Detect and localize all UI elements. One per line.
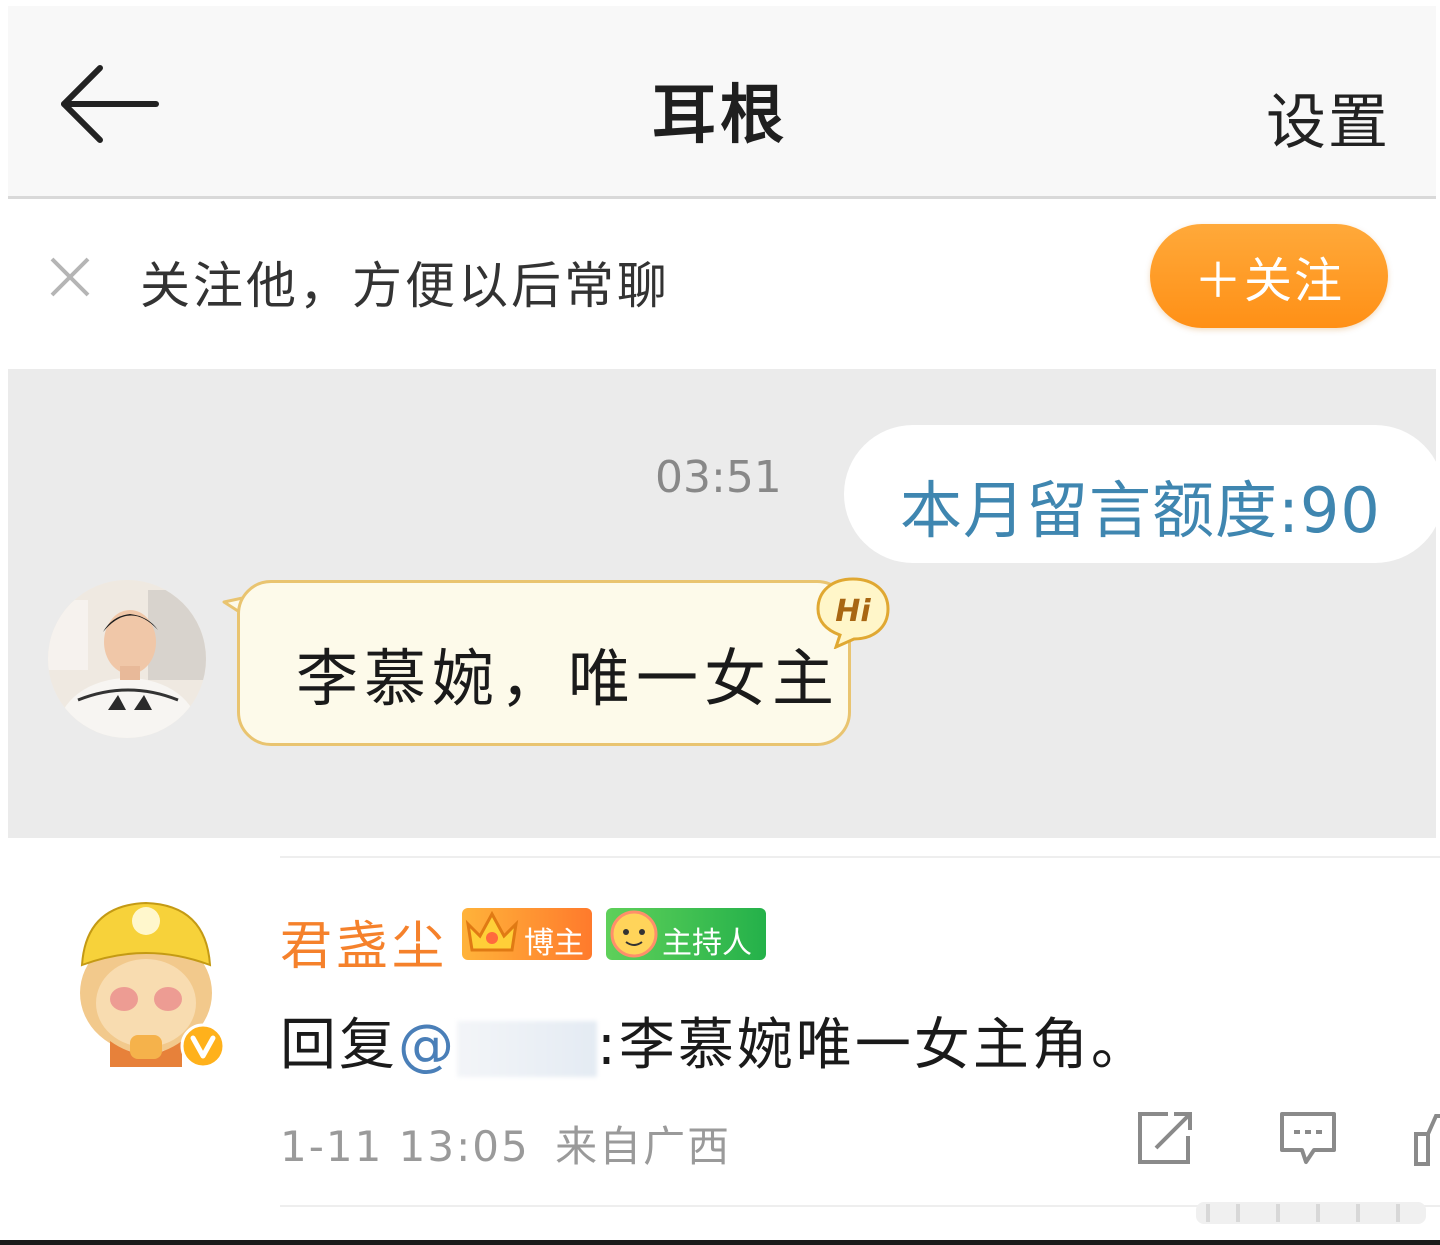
comment-icon[interactable] — [1278, 1110, 1338, 1166]
follow-tip-text: 关注他，方便以后常聊 — [140, 257, 670, 315]
like-icon[interactable] — [1412, 1110, 1440, 1166]
blogger-badge-label: 博主 — [524, 926, 584, 961]
commenter-avatar[interactable] — [66, 895, 230, 1069]
divider — [280, 856, 1440, 858]
blogger-badge: 博主 — [462, 908, 592, 961]
page-title: 耳根 — [652, 79, 788, 153]
host-badge: 主持人 — [606, 908, 766, 961]
comment-meta: 1-11 13:05 来自广西 — [280, 1113, 731, 1174]
system-message-text: 本月留言额度:90 — [900, 474, 1381, 547]
comment-time: 1-11 13:05 — [280, 1122, 530, 1171]
reply-prefix: 回复 — [280, 1013, 398, 1078]
share-icon[interactable] — [1136, 1110, 1196, 1166]
mention-link[interactable]: @ — [398, 1013, 457, 1078]
bottom-border — [0, 1240, 1440, 1245]
blurred-username — [457, 1020, 597, 1077]
follow-button[interactable]: ＋关注 — [1150, 224, 1388, 328]
avatar-photo-icon — [48, 580, 206, 738]
sender-avatar[interactable] — [48, 580, 206, 738]
settings-button[interactable]: 设置 — [1266, 74, 1390, 161]
hi-badge-label: Hi — [835, 594, 871, 629]
message-timestamp: 03:51 — [655, 452, 782, 503]
comment-text: :李慕婉唯一女主角。 — [597, 1013, 1150, 1078]
blurred-strip — [1196, 1202, 1426, 1224]
close-icon[interactable] — [48, 255, 92, 299]
comment-location: 来自广西 — [555, 1122, 732, 1171]
host-badge-label: 主持人 — [662, 926, 752, 961]
verified-icon — [180, 1023, 226, 1069]
hi-badge-icon: Hi — [814, 575, 892, 650]
commenter-name[interactable]: 君盏尘 — [280, 904, 448, 979]
comment-body: 回复@ :李慕婉唯一女主角。 — [280, 1000, 1150, 1081]
incoming-message-text: 李慕婉，唯一女主 — [296, 642, 841, 715]
host-mascot-icon — [610, 910, 658, 958]
crown-icon — [465, 910, 519, 952]
